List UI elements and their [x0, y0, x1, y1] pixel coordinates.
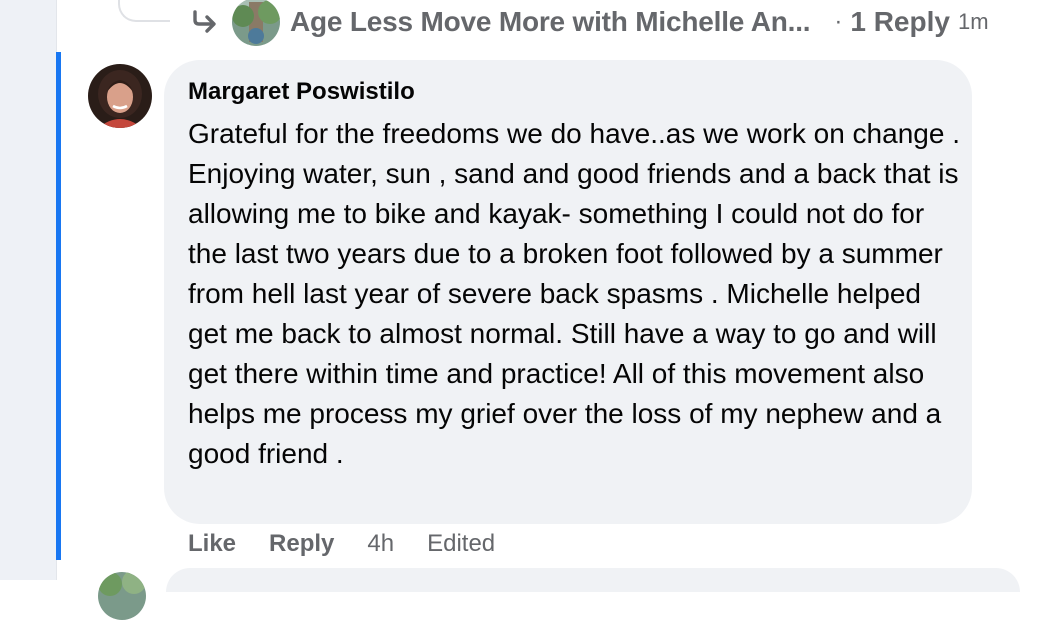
reply-button[interactable]: Reply — [269, 530, 334, 558]
comment-timestamp[interactable]: 4h — [367, 530, 394, 558]
next-comment-avatar[interactable] — [98, 572, 146, 620]
separator-dot: · — [834, 8, 843, 35]
thread-connector-line — [118, 0, 170, 22]
reply-author-name[interactable]: Age Less Move More with Michelle An... — [290, 6, 811, 38]
reply-count-link[interactable]: 1 Reply — [850, 6, 950, 38]
edited-label[interactable]: Edited — [427, 530, 495, 558]
reply-timestamp: 1m — [957, 9, 989, 34]
reply-arrow-icon — [190, 7, 220, 37]
comment-bubble: Margaret Poswistilo Grateful for the fre… — [164, 60, 972, 524]
like-button[interactable]: Like — [188, 530, 236, 558]
left-gutter — [0, 0, 57, 580]
comment-text: Grateful for the freedoms we do have..as… — [188, 118, 960, 469]
next-comment-bubble — [166, 568, 1020, 592]
comment-actions: Like Reply 4h Edited — [188, 526, 495, 562]
comment-author-name[interactable]: Margaret Poswistilo — [188, 78, 952, 106]
page-avatar[interactable] — [232, 0, 280, 46]
author-avatar[interactable] — [88, 64, 152, 128]
comment-highlight-bar — [56, 52, 61, 560]
view-replies-row[interactable]: Age Less Move More with Michelle An... ·… — [190, 0, 989, 46]
